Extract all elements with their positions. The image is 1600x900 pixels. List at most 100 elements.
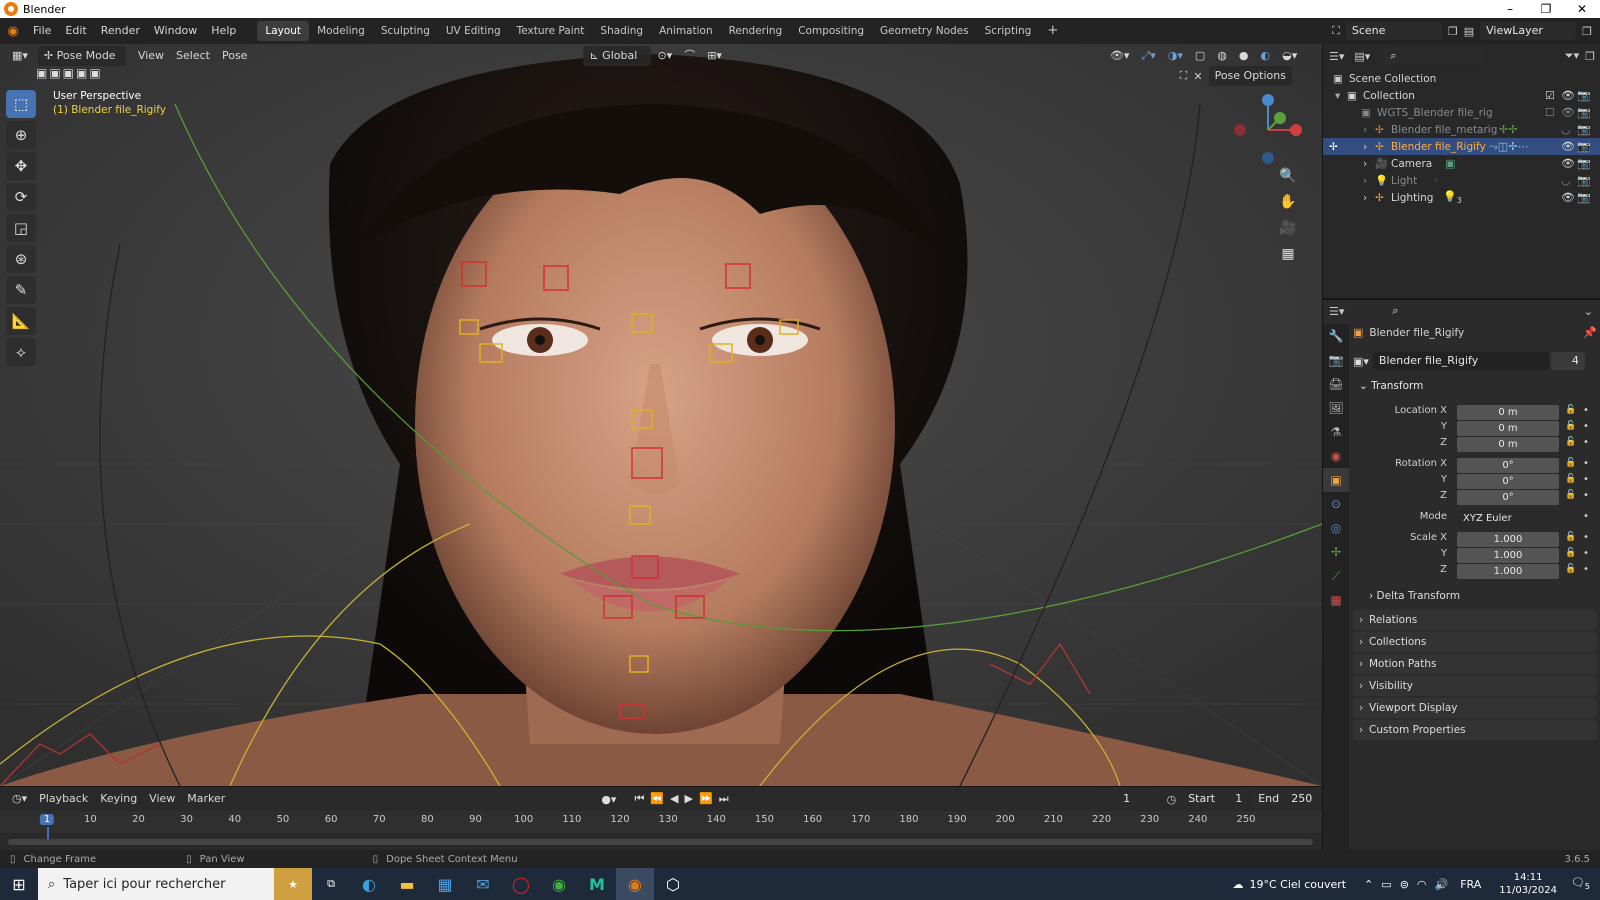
- expand-icon[interactable]: ⛶: [1180, 69, 1188, 83]
- outliner-row-collection[interactable]: ▾ ▣ Collection ☑ 👁 📷: [1323, 87, 1600, 104]
- keyframe-dot-icon[interactable]: •: [1583, 405, 1589, 416]
- lock-icon[interactable]: 🔓: [1565, 532, 1576, 542]
- keyframe-dot-icon[interactable]: •: [1583, 490, 1589, 501]
- pin-icon[interactable]: 📌: [1583, 326, 1597, 339]
- render-tab-icon[interactable]: 📷: [1323, 348, 1349, 372]
- location-z-field[interactable]: 0 m: [1457, 437, 1559, 452]
- expand-arrow-icon[interactable]: ›: [1363, 141, 1367, 153]
- volume-icon[interactable]: 🔊: [1435, 878, 1449, 891]
- scene-field[interactable]: Scene: [1345, 22, 1442, 40]
- tab-animation[interactable]: Animation: [651, 21, 721, 41]
- zoom-icon[interactable]: 🔍: [1276, 164, 1300, 188]
- menu-window[interactable]: Window: [147, 21, 204, 41]
- current-frame-field[interactable]: 1: [1094, 790, 1159, 808]
- store-icon[interactable]: ▦: [426, 868, 464, 900]
- eye-hidden-icon[interactable]: ◡: [1561, 174, 1571, 187]
- keyframe-dot-icon[interactable]: •: [1583, 564, 1589, 575]
- timeline-editor[interactable]: ◷▾ Playback Keying View Marker ●▾ ⏮⏪◀▶⏩⏭…: [0, 786, 1322, 850]
- panel-viewport-display[interactable]: Viewport Display: [1353, 698, 1597, 718]
- keyframe-dot-icon[interactable]: •: [1583, 548, 1589, 559]
- texture-tab-icon[interactable]: ▦: [1323, 588, 1349, 612]
- tab-rendering[interactable]: Rendering: [721, 21, 791, 41]
- minimize-button[interactable]: –: [1492, 2, 1528, 16]
- expand-arrow-icon[interactable]: ▾: [1335, 90, 1340, 102]
- blender-taskbar-icon[interactable]: ◉: [616, 868, 654, 900]
- scale-tool[interactable]: ◲: [6, 214, 36, 242]
- edge-icon[interactable]: ◐: [350, 868, 388, 900]
- tab-shading[interactable]: Shading: [592, 21, 651, 41]
- properties-editor-type-icon[interactable]: ☰▾: [1329, 305, 1344, 318]
- widget-icon[interactable]: ★: [274, 868, 312, 900]
- menu-edit[interactable]: Edit: [58, 21, 93, 41]
- x-mirror-icon[interactable]: ✕: [1193, 70, 1202, 83]
- shading-solid-icon[interactable]: ●: [1233, 46, 1255, 66]
- pan-hand-icon[interactable]: ✋: [1276, 190, 1300, 214]
- eye-icon[interactable]: 👁: [1561, 106, 1575, 119]
- scale-z-field[interactable]: 1.000: [1457, 564, 1559, 579]
- menu-file[interactable]: File: [26, 21, 58, 41]
- measure-tool[interactable]: 📐: [6, 307, 36, 335]
- expand-arrow-icon[interactable]: ›: [1363, 124, 1367, 136]
- new-viewlayer-icon[interactable]: ❐: [1582, 25, 1592, 38]
- file-explorer-icon[interactable]: ▬: [388, 868, 426, 900]
- checkbox-icon[interactable]: ☐: [1545, 106, 1555, 119]
- jump-end-icon[interactable]: ⏭: [719, 792, 735, 805]
- rotation-x-field[interactable]: 0°: [1457, 458, 1559, 473]
- start-button[interactable]: ⊞: [0, 868, 38, 900]
- lock-icon[interactable]: 🔓: [1565, 405, 1576, 415]
- language-indicator[interactable]: FRA: [1460, 878, 1481, 891]
- filter-icon[interactable]: ⏷▾: [1565, 49, 1579, 63]
- viewlayer-field[interactable]: ViewLayer: [1480, 22, 1577, 40]
- keyframe-dot-icon[interactable]: •: [1583, 458, 1589, 469]
- outliner-row-metarig[interactable]: › ✢ Blender file_metarig ✢✢ ◡ 📷: [1323, 121, 1600, 138]
- menu-help[interactable]: Help: [204, 21, 243, 41]
- tab-geometry-nodes[interactable]: Geometry Nodes: [872, 21, 977, 41]
- blender-menu-icon[interactable]: ◉: [0, 24, 26, 39]
- notification-icon[interactable]: 🗨5: [1571, 876, 1590, 891]
- overlay-icon[interactable]: ◑▾: [1162, 46, 1189, 66]
- weather-icon[interactable]: ☁: [1232, 878, 1243, 891]
- rotate-tool[interactable]: ⟳: [6, 183, 36, 211]
- network-icon[interactable]: ⊜: [1400, 878, 1409, 891]
- new-collection-icon[interactable]: ❐: [1585, 50, 1595, 63]
- eye-icon[interactable]: 👁: [1561, 157, 1575, 170]
- annotate-tool[interactable]: ✎: [6, 276, 36, 304]
- keyframe-dot-icon[interactable]: •: [1583, 532, 1589, 543]
- tab-scripting[interactable]: Scripting: [977, 21, 1040, 41]
- tab-uv-editing[interactable]: UV Editing: [438, 21, 509, 41]
- keyframe-dot-icon[interactable]: •: [1583, 474, 1589, 485]
- camera-render-icon[interactable]: 📷: [1577, 191, 1591, 204]
- camera-render-icon[interactable]: 📷: [1577, 89, 1591, 102]
- wifi-icon[interactable]: ◠: [1417, 878, 1427, 891]
- camera-view-icon[interactable]: 🎥: [1276, 216, 1300, 240]
- tab-layout[interactable]: Layout: [257, 21, 310, 41]
- outliner-search-input[interactable]: ⌕: [1384, 47, 1485, 65]
- select-box-tool[interactable]: ⬚: [6, 90, 36, 118]
- editor-type-icon[interactable]: ▦▾: [6, 46, 34, 66]
- user-count[interactable]: 4: [1550, 352, 1585, 370]
- pose-options-dropdown[interactable]: Pose Options: [1208, 66, 1292, 86]
- shading-material-icon[interactable]: ◐: [1255, 46, 1277, 66]
- transform-panel-header[interactable]: ⌄ Transform: [1359, 380, 1423, 392]
- outliner-row-wgts[interactable]: ▣ WGTS_Blender file_rig ☐ 👁 📷: [1323, 104, 1600, 121]
- object-data-tab-icon[interactable]: ✢: [1323, 540, 1349, 564]
- end-frame-field[interactable]: End 250: [1252, 790, 1319, 808]
- keyframe-dot-icon[interactable]: •: [1583, 421, 1589, 432]
- camera-render-icon[interactable]: 📷: [1577, 174, 1591, 187]
- menu-timeline-view[interactable]: View: [143, 789, 181, 809]
- play-icon[interactable]: ▶: [685, 792, 699, 805]
- chrome-icon[interactable]: ◉: [540, 868, 578, 900]
- view-layer-tab-icon[interactable]: 🖼: [1323, 396, 1349, 420]
- menu-pose[interactable]: Pose: [216, 46, 253, 66]
- scale-y-field[interactable]: 1.000: [1457, 548, 1559, 563]
- tab-sculpting[interactable]: Sculpting: [373, 21, 438, 41]
- close-button[interactable]: ✕: [1564, 2, 1600, 16]
- expand-arrow-icon[interactable]: ›: [1363, 158, 1367, 170]
- panel-visibility[interactable]: Visibility: [1353, 676, 1597, 696]
- menu-render[interactable]: Render: [94, 21, 147, 41]
- outliner-row-lighting[interactable]: › ✢ Lighting 💡3 👁 📷: [1323, 189, 1600, 206]
- tab-compositing[interactable]: Compositing: [790, 21, 872, 41]
- panel-custom-properties[interactable]: Custom Properties: [1353, 720, 1597, 740]
- lock-icon[interactable]: 🔓: [1565, 458, 1576, 468]
- task-view-icon[interactable]: ⧉: [312, 868, 350, 900]
